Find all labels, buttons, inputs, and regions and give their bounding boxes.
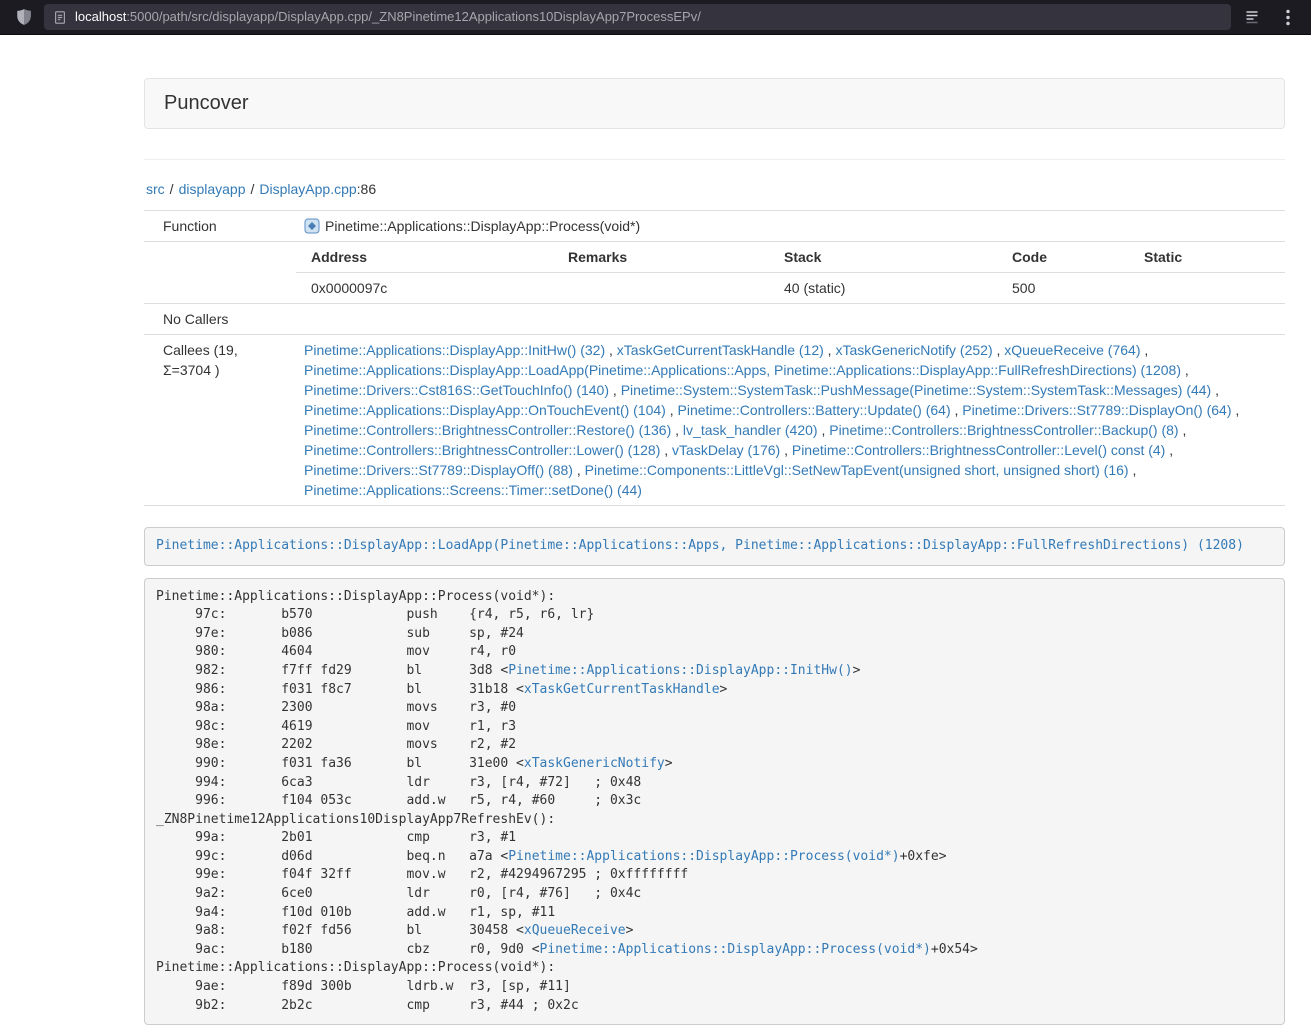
page-container: Puncover src/displayapp/DisplayApp.cpp:8…: [144, 35, 1285, 1025]
callee-link[interactable]: vTaskDelay (176): [672, 442, 780, 458]
breadcrumb-separator: /: [170, 181, 174, 197]
callee-link[interactable]: Pinetime::Drivers::St7789::DisplayOn() (…: [962, 402, 1231, 418]
reader-view-button[interactable]: [1237, 4, 1267, 30]
stats-table: Address Remarks Stack Code Static 0x0000…: [296, 242, 1285, 303]
symbol-link[interactable]: Pinetime::Applications::DisplayApp::Proc…: [540, 942, 931, 957]
shield-icon: [15, 7, 33, 27]
stats-row: Address Remarks Stack Code Static 0x0000…: [144, 241, 1285, 303]
address-value: 0x0000097c: [296, 272, 560, 303]
callee-link[interactable]: Pinetime::Controllers::BrightnessControl…: [792, 442, 1165, 458]
highlighted-symbol-link[interactable]: Pinetime::Applications::DisplayApp::Load…: [156, 538, 1244, 553]
callee-link[interactable]: Pinetime::System::SystemTask::PushMessag…: [621, 382, 1212, 398]
breadcrumb-file-link[interactable]: DisplayApp.cpp: [259, 181, 356, 197]
function-label: Function: [144, 211, 296, 241]
function-name: Pinetime::Applications::DisplayApp::Proc…: [325, 218, 640, 234]
callee-link[interactable]: Pinetime::Controllers::Battery::Update()…: [678, 402, 951, 418]
callees-label: Callees (19, Σ=3704 ): [144, 335, 296, 505]
callee-link[interactable]: Pinetime::Drivers::Cst816S::GetTouchInfo…: [304, 382, 609, 398]
symbol-table: Function Pinetime::Applications::Display…: [144, 210, 1285, 506]
stats-values-row: 0x0000097c 40 (static) 500: [296, 272, 1285, 303]
callee-link[interactable]: Pinetime::Applications::DisplayApp::Init…: [304, 342, 605, 358]
callee-link[interactable]: xTaskGenericNotify (252): [835, 342, 992, 358]
function-row: Function Pinetime::Applications::Display…: [144, 210, 1285, 241]
breadcrumb-displayapp-link[interactable]: displayapp: [179, 181, 246, 197]
breadcrumb: src/displayapp/DisplayApp.cpp:86: [146, 180, 1285, 200]
callees-row: Callees (19, Σ=3704 ) Pinetime::Applicat…: [144, 334, 1285, 505]
col-header-code: Code: [1004, 242, 1136, 273]
stats-cell: Address Remarks Stack Code Static 0x0000…: [296, 242, 1285, 303]
code-size-value: 500: [1004, 272, 1136, 303]
callers-cell-empty: [296, 304, 1285, 334]
callee-link[interactable]: xTaskGetCurrentTaskHandle (12): [617, 342, 824, 358]
browser-menu-button[interactable]: [1275, 4, 1301, 30]
tracking-protection-shield-icon[interactable]: [10, 7, 38, 27]
method-icon: [304, 218, 320, 234]
callee-link[interactable]: Pinetime::Components::LittleVgl::SetNewT…: [585, 462, 1129, 478]
browser-toolbar: localhost:5000/path/src/displayapp/Displ…: [0, 0, 1311, 35]
function-name-cell: Pinetime::Applications::DisplayApp::Proc…: [296, 211, 1285, 241]
breadcrumb-src-link[interactable]: src: [146, 181, 165, 197]
page-info-icon[interactable]: [53, 10, 67, 25]
callee-link[interactable]: Pinetime::Controllers::BrightnessControl…: [304, 422, 671, 438]
callee-link[interactable]: lv_task_handler (420): [683, 422, 818, 438]
col-header-static: Static: [1136, 242, 1285, 273]
kebab-menu-icon: [1286, 9, 1290, 26]
symbol-link[interactable]: xTaskGetCurrentTaskHandle: [524, 682, 720, 697]
callee-link[interactable]: Pinetime::Applications::DisplayApp::Load…: [304, 362, 1181, 378]
stack-value: 40 (static): [776, 272, 1004, 303]
url-host: localhost: [75, 8, 126, 27]
stats-label-empty: [144, 242, 296, 303]
symbol-link[interactable]: Pinetime::Applications::DisplayApp::Proc…: [508, 849, 899, 864]
breadcrumb-separator: /: [251, 181, 255, 197]
no-callers-label: No Callers: [144, 304, 296, 334]
url-path: :5000/path/src/displayapp/DisplayApp.cpp…: [126, 8, 701, 27]
remarks-value: [560, 272, 776, 303]
col-header-address: Address: [296, 242, 560, 273]
callee-link[interactable]: Pinetime::Applications::Screens::Timer::…: [304, 482, 642, 498]
highlighted-symbol-box: Pinetime::Applications::DisplayApp::Load…: [144, 527, 1285, 566]
symbol-link[interactable]: xTaskGenericNotify: [524, 756, 665, 771]
disassembly-pre: Pinetime::Applications::DisplayApp::Proc…: [144, 578, 1285, 1025]
callees-list: Pinetime::Applications::DisplayApp::Init…: [296, 335, 1285, 505]
breadcrumb-line-number: :86: [357, 181, 376, 197]
callee-link[interactable]: Pinetime::Controllers::BrightnessControl…: [829, 422, 1178, 438]
callee-link[interactable]: xQueueReceive (764): [1004, 342, 1140, 358]
callee-link[interactable]: Pinetime::Applications::DisplayApp::OnTo…: [304, 402, 666, 418]
divider: [144, 159, 1285, 160]
col-header-stack: Stack: [776, 242, 1004, 273]
callee-link[interactable]: Pinetime::Drivers::St7789::DisplayOff() …: [304, 462, 573, 478]
symbol-link[interactable]: xQueueReceive: [524, 923, 626, 938]
symbol-link[interactable]: Pinetime::Applications::DisplayApp::Init…: [508, 663, 852, 678]
url-bar[interactable]: localhost:5000/path/src/displayapp/Displ…: [44, 4, 1231, 30]
reader-view-icon: [1244, 9, 1260, 25]
col-header-remarks: Remarks: [560, 242, 776, 273]
callers-row: No Callers: [144, 303, 1285, 334]
callee-link[interactable]: Pinetime::Controllers::BrightnessControl…: [304, 442, 660, 458]
app-title-panel: Puncover: [144, 78, 1285, 129]
static-value: [1136, 272, 1285, 303]
page-title: Puncover: [164, 92, 249, 114]
